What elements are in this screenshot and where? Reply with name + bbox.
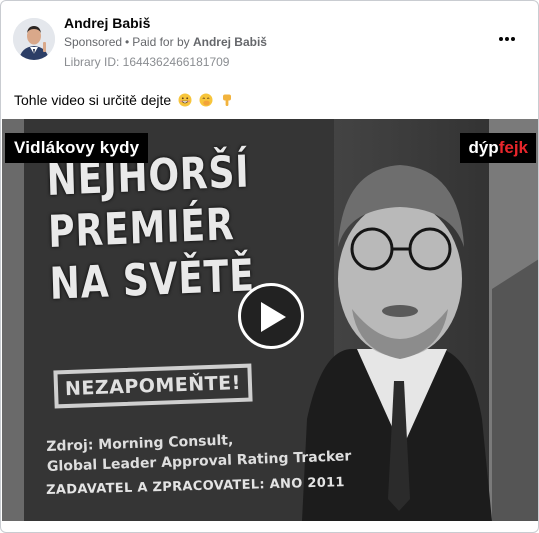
deepfake-label: dýpfejk — [460, 133, 536, 163]
more-options-button[interactable] — [493, 29, 521, 49]
video-media[interactable]: NEJHORŠÍ PREMIÉR NA SVĚTĚ NEZAPOMEŇTE! Z… — [2, 119, 538, 521]
paid-for-by-name[interactable]: Andrej Babiš — [193, 35, 267, 49]
paid-for-by-prefix: Paid for by — [132, 35, 190, 49]
billboard-headline: NEJHORŠÍ PREMIÉR NA SVĚTĚ — [46, 146, 255, 311]
separator-dot: • — [125, 35, 130, 49]
sponsored-meta: Sponsored • Paid for by Andrej Babiš — [64, 35, 267, 49]
deepfake-label-part1: dýp — [468, 138, 499, 157]
channel-label: Vidlákovy kydy — [5, 133, 149, 163]
more-dot-icon — [511, 37, 515, 41]
deepfake-label-part2: fejk — [498, 138, 528, 157]
backhand-index-pointing-down-emoji-icon — [222, 94, 231, 106]
ad-post-card: Andrej Babiš Sponsored • Paid for by Andre… — [0, 0, 539, 533]
post-text: Tohle video si určitě dejte — [14, 92, 234, 108]
avatar-photo-icon — [13, 18, 55, 60]
sponsored-label: Sponsored — [64, 35, 123, 49]
headline-line: NA SVĚTĚ — [48, 250, 256, 310]
billboard-stamp: NEZAPOMEŇTE! — [53, 363, 253, 409]
play-button[interactable] — [238, 283, 304, 349]
more-dot-icon — [505, 37, 509, 41]
author-name[interactable]: Andrej Babiš — [64, 15, 150, 31]
headline-line: PREMIÉR — [47, 199, 236, 258]
smiling-face-with-grin-emoji-icon — [178, 93, 192, 107]
post-message: Tohle video si určitě dejte — [14, 92, 172, 108]
more-dot-icon — [499, 37, 503, 41]
play-icon — [261, 302, 286, 332]
face-with-hand-over-mouth-emoji-icon — [199, 93, 213, 107]
author-avatar[interactable] — [13, 18, 55, 60]
library-id: Library ID: 1644362466181709 — [64, 55, 230, 69]
